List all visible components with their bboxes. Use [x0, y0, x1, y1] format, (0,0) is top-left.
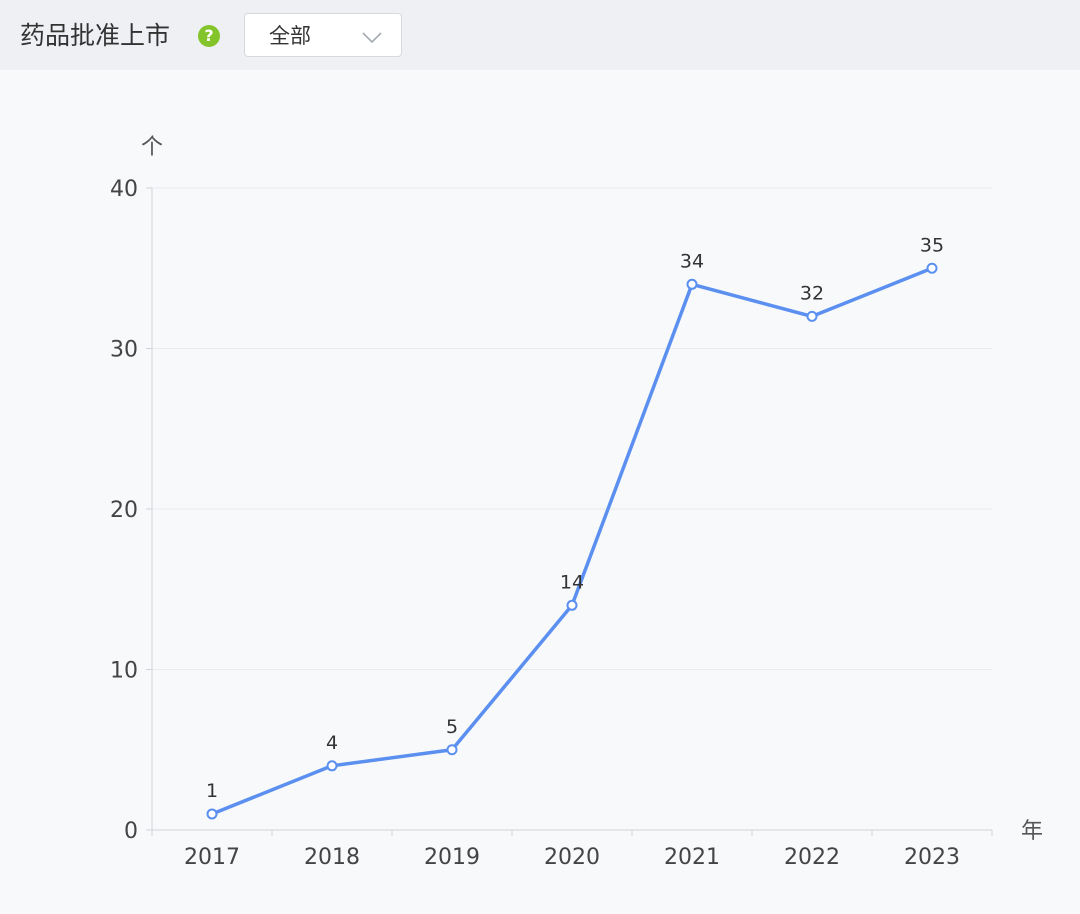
data-label: 4 — [326, 732, 338, 754]
x-tick-label: 2022 — [784, 845, 840, 870]
x-tick-label: 2021 — [664, 845, 720, 870]
x-tick-label: 2017 — [184, 845, 240, 870]
series-line — [206, 262, 938, 820]
x-tick-label: 2018 — [304, 845, 360, 870]
axes: 0 10 20 30 40 2017 2018 2019 2020 2021 2022 2023 个年 — [110, 135, 1043, 870]
data-label: 35 — [920, 234, 944, 256]
data-label: 14 — [560, 571, 584, 593]
data-point — [326, 760, 338, 772]
x-tick-label: 2019 — [424, 845, 480, 870]
chart-title: 药品批准上市 — [20, 21, 171, 50]
line-chart: 0102030402017 2018 2019 2020 2021 2022 2023个年 … — [110, 135, 1043, 870]
data-label: 1 — [206, 780, 218, 802]
dropdown-selected-value: 全部 — [269, 24, 311, 48]
data-label: 32 — [800, 282, 824, 304]
category-dropdown[interactable]: 全部 — [244, 13, 402, 57]
data-labels: 14514343235 — [206, 234, 944, 802]
data-point — [686, 278, 698, 290]
y-tick-label: 10 — [110, 659, 138, 684]
y-tick-label: 20 — [110, 498, 138, 523]
y-tick-label: 30 — [110, 338, 138, 363]
data-point — [446, 744, 458, 756]
y-axis-unit: 个 — [141, 135, 163, 160]
chart-area: 0 10 20 30 40 2017 2018 2019 2020 2021 2022 2023 个年 … — [0, 70, 1080, 910]
question-circle-icon[interactable]: ? — [198, 25, 220, 47]
data-label: 5 — [446, 716, 458, 738]
data-point — [206, 808, 218, 820]
x-tick-label: 2023 — [904, 845, 960, 870]
y-tick-label: 40 — [110, 177, 138, 202]
series-polyline — [210, 266, 934, 816]
data-point — [566, 599, 578, 611]
x-axis-unit: 年 — [1021, 819, 1043, 844]
data-point — [806, 310, 818, 322]
grid-lines — [152, 187, 992, 670]
data-point — [926, 262, 938, 274]
y-tick-label: 0 — [124, 819, 138, 844]
chart-header: 药品批准上市 ? 全部 — [0, 0, 1080, 70]
data-label: 34 — [680, 250, 704, 272]
x-tick-label: 2020 — [544, 845, 600, 870]
chevron-down-icon — [362, 32, 382, 44]
